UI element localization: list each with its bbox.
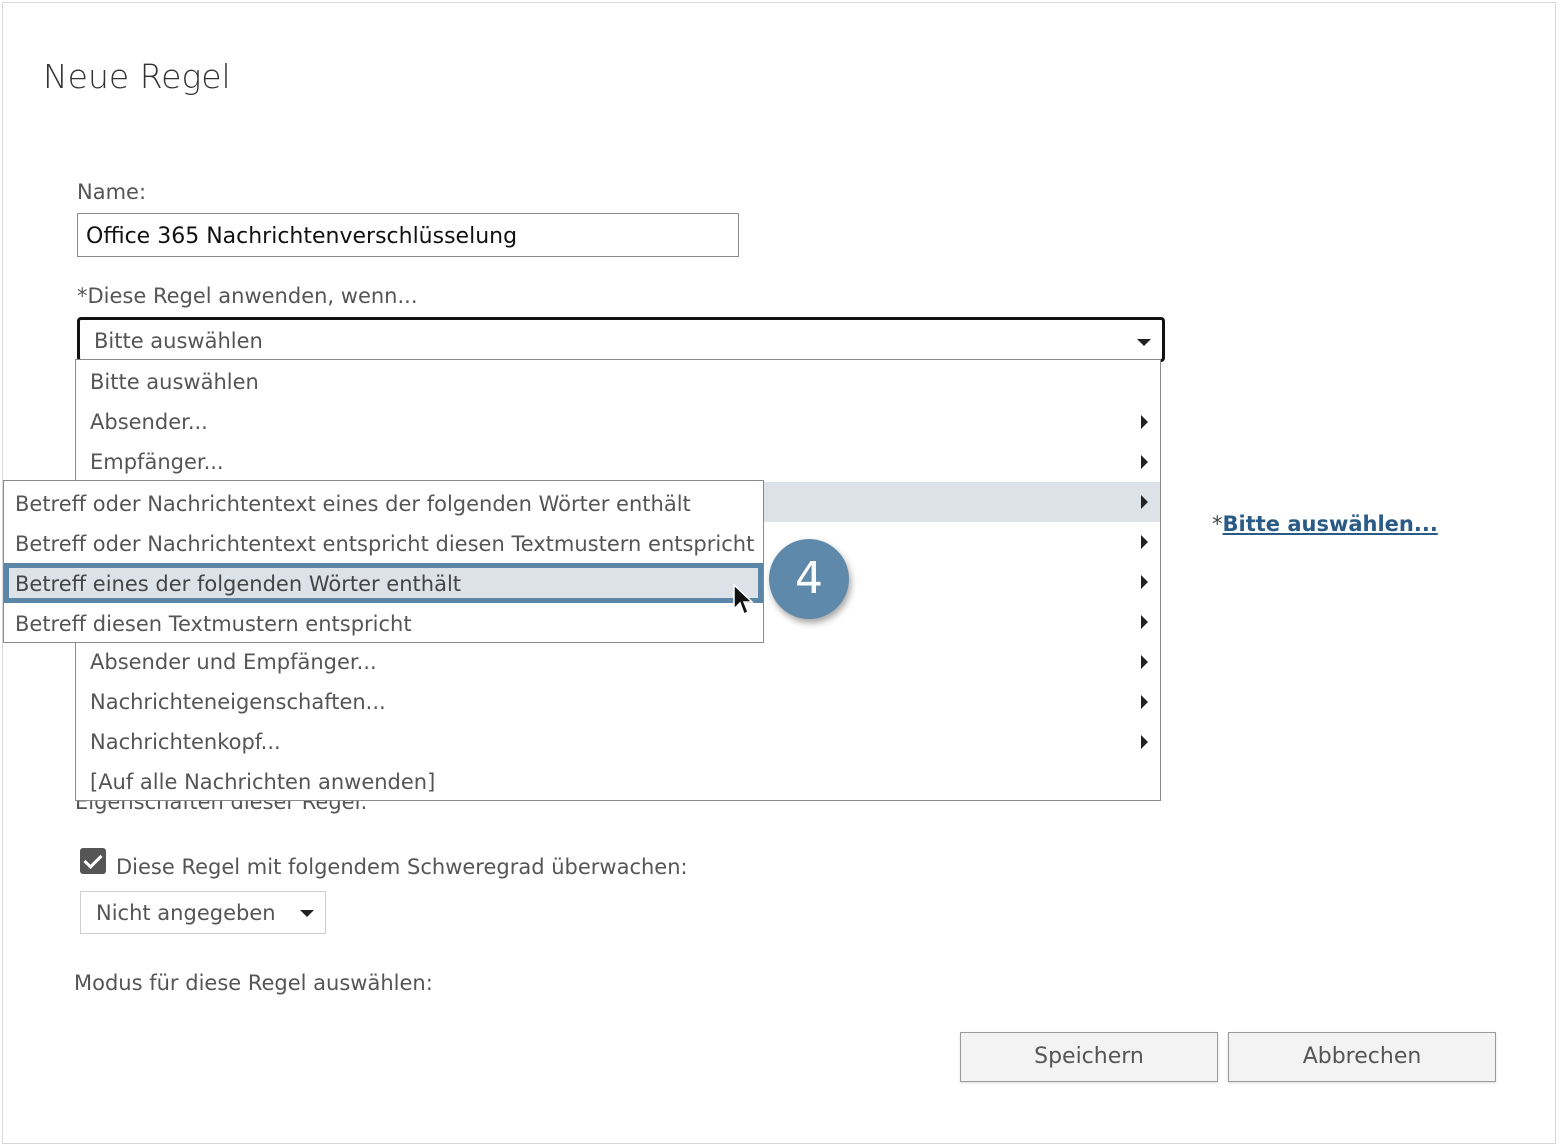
action-link-wrap: *Bitte auswählen... [1212, 512, 1438, 536]
submenu-item[interactable]: Betreff oder Nachrichtentext eines der f… [4, 483, 763, 523]
audit-label: Diese Regel mit folgendem Schweregrad üb… [116, 855, 688, 879]
properties-label: Eigenschaften dieser Regel: [75, 801, 368, 814]
dropdown-option-message-header[interactable]: Nachrichtenkopf... [76, 722, 1160, 762]
dropdown-option-message-properties[interactable]: Nachrichteneigenschaften... [76, 682, 1160, 722]
dialog-title: Neue Regel [43, 57, 231, 96]
chevron-right-icon [1141, 575, 1148, 589]
severity-select[interactable]: Nicht angegeben [80, 891, 326, 934]
severity-select-value: Nicht angegeben [96, 901, 276, 925]
chevron-right-icon [1141, 455, 1148, 469]
name-input[interactable]: Office 365 Nachrichtenverschlüsselung [77, 213, 739, 257]
mode-label: Modus für diese Regel auswählen: [74, 971, 433, 995]
name-label: Name: [77, 180, 147, 204]
dropdown-option-all-messages[interactable]: [Auf alle Nachrichten anwenden] [76, 762, 1160, 802]
save-button[interactable]: Speichern [960, 1032, 1218, 1082]
step-badge: 4 [769, 539, 849, 619]
mouse-pointer-icon [733, 584, 754, 616]
condition-label: *Diese Regel anwenden, wenn... [77, 284, 418, 308]
audit-checkbox[interactable] [80, 848, 106, 874]
chevron-right-icon [1141, 535, 1148, 549]
cancel-button[interactable]: Abbrechen [1228, 1032, 1496, 1082]
chevron-right-icon [1141, 495, 1148, 509]
submenu-item-selected[interactable]: Betreff eines der folgenden Wörter enthä… [4, 563, 763, 603]
condition-select-value: Bitte auswählen [94, 329, 263, 353]
dropdown-option-sender[interactable]: Absender... [76, 402, 1160, 442]
chevron-right-icon [1141, 655, 1148, 669]
submenu-item[interactable]: Betreff diesen Textmustern entspricht [4, 603, 763, 643]
chevron-right-icon [1141, 615, 1148, 629]
action-select-link[interactable]: Bitte auswählen... [1223, 512, 1438, 536]
submenu-item[interactable]: Betreff oder Nachrichtentext entspricht … [4, 523, 763, 563]
dropdown-option-sender-recipient[interactable]: Absender und Empfänger... [76, 642, 1160, 682]
required-marker: * [1212, 512, 1223, 536]
condition-select[interactable]: Bitte auswählen [77, 317, 1165, 362]
dropdown-option-recipient[interactable]: Empfänger... [76, 442, 1160, 482]
subject-submenu: Betreff oder Nachrichtentext eines der f… [3, 480, 764, 643]
chevron-down-icon [300, 910, 314, 917]
chevron-right-icon [1141, 735, 1148, 749]
chevron-down-icon [1137, 339, 1151, 346]
dropdown-option[interactable]: Bitte auswählen [76, 362, 1160, 402]
chevron-right-icon [1141, 415, 1148, 429]
chevron-right-icon [1141, 695, 1148, 709]
